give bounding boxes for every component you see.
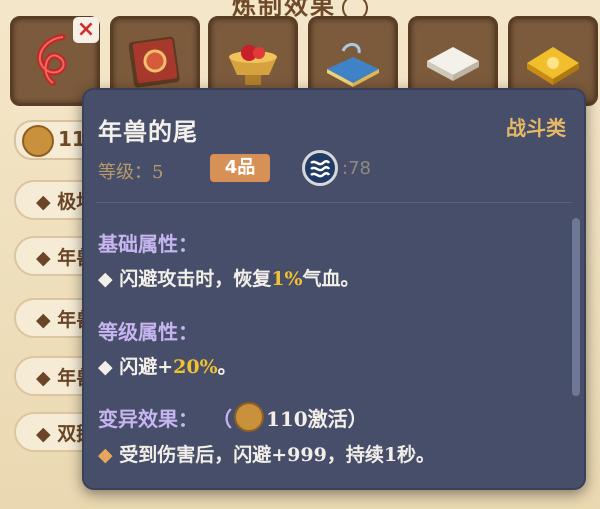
close-icon[interactable]: × [73, 17, 99, 43]
level-attr-line: ◆ 闪避+20%。 [98, 356, 237, 378]
item-tooltip: 年兽的尾 战斗类 等级：5 4品 :78 基础属性： ◆ 闪避攻击时，恢复1%气… [82, 88, 586, 490]
level-attr-title: 等级属性： [98, 320, 198, 344]
coin-icon [233, 402, 264, 432]
mutation-title: 变异效果： （110激活） [98, 402, 368, 432]
red-bowl-item-icon [229, 45, 277, 85]
base-attr-line: ◆ 闪避攻击时，恢复1%气血。 [98, 268, 360, 290]
element-value: :78 [342, 158, 371, 179]
white-box-item-icon [427, 47, 479, 81]
base-attr-title: 基础属性： [98, 232, 198, 256]
water-element-icon [302, 150, 338, 186]
divider [96, 202, 572, 203]
item-name: 年兽的尾 [98, 117, 198, 146]
coin-icon [22, 125, 54, 157]
grade-badge: 4品 [210, 154, 270, 182]
scrollbar[interactable] [572, 218, 580, 396]
gold-tile-item-icon [527, 47, 579, 85]
mutation-line: ◆ 受到伤害后，闪避+999，持续1秒。 [98, 444, 436, 466]
red-book-item-icon [128, 36, 180, 88]
item-category: 战斗类 [506, 116, 566, 140]
blue-book-item-icon [327, 43, 379, 87]
item-level: 等级：5 [98, 162, 164, 183]
